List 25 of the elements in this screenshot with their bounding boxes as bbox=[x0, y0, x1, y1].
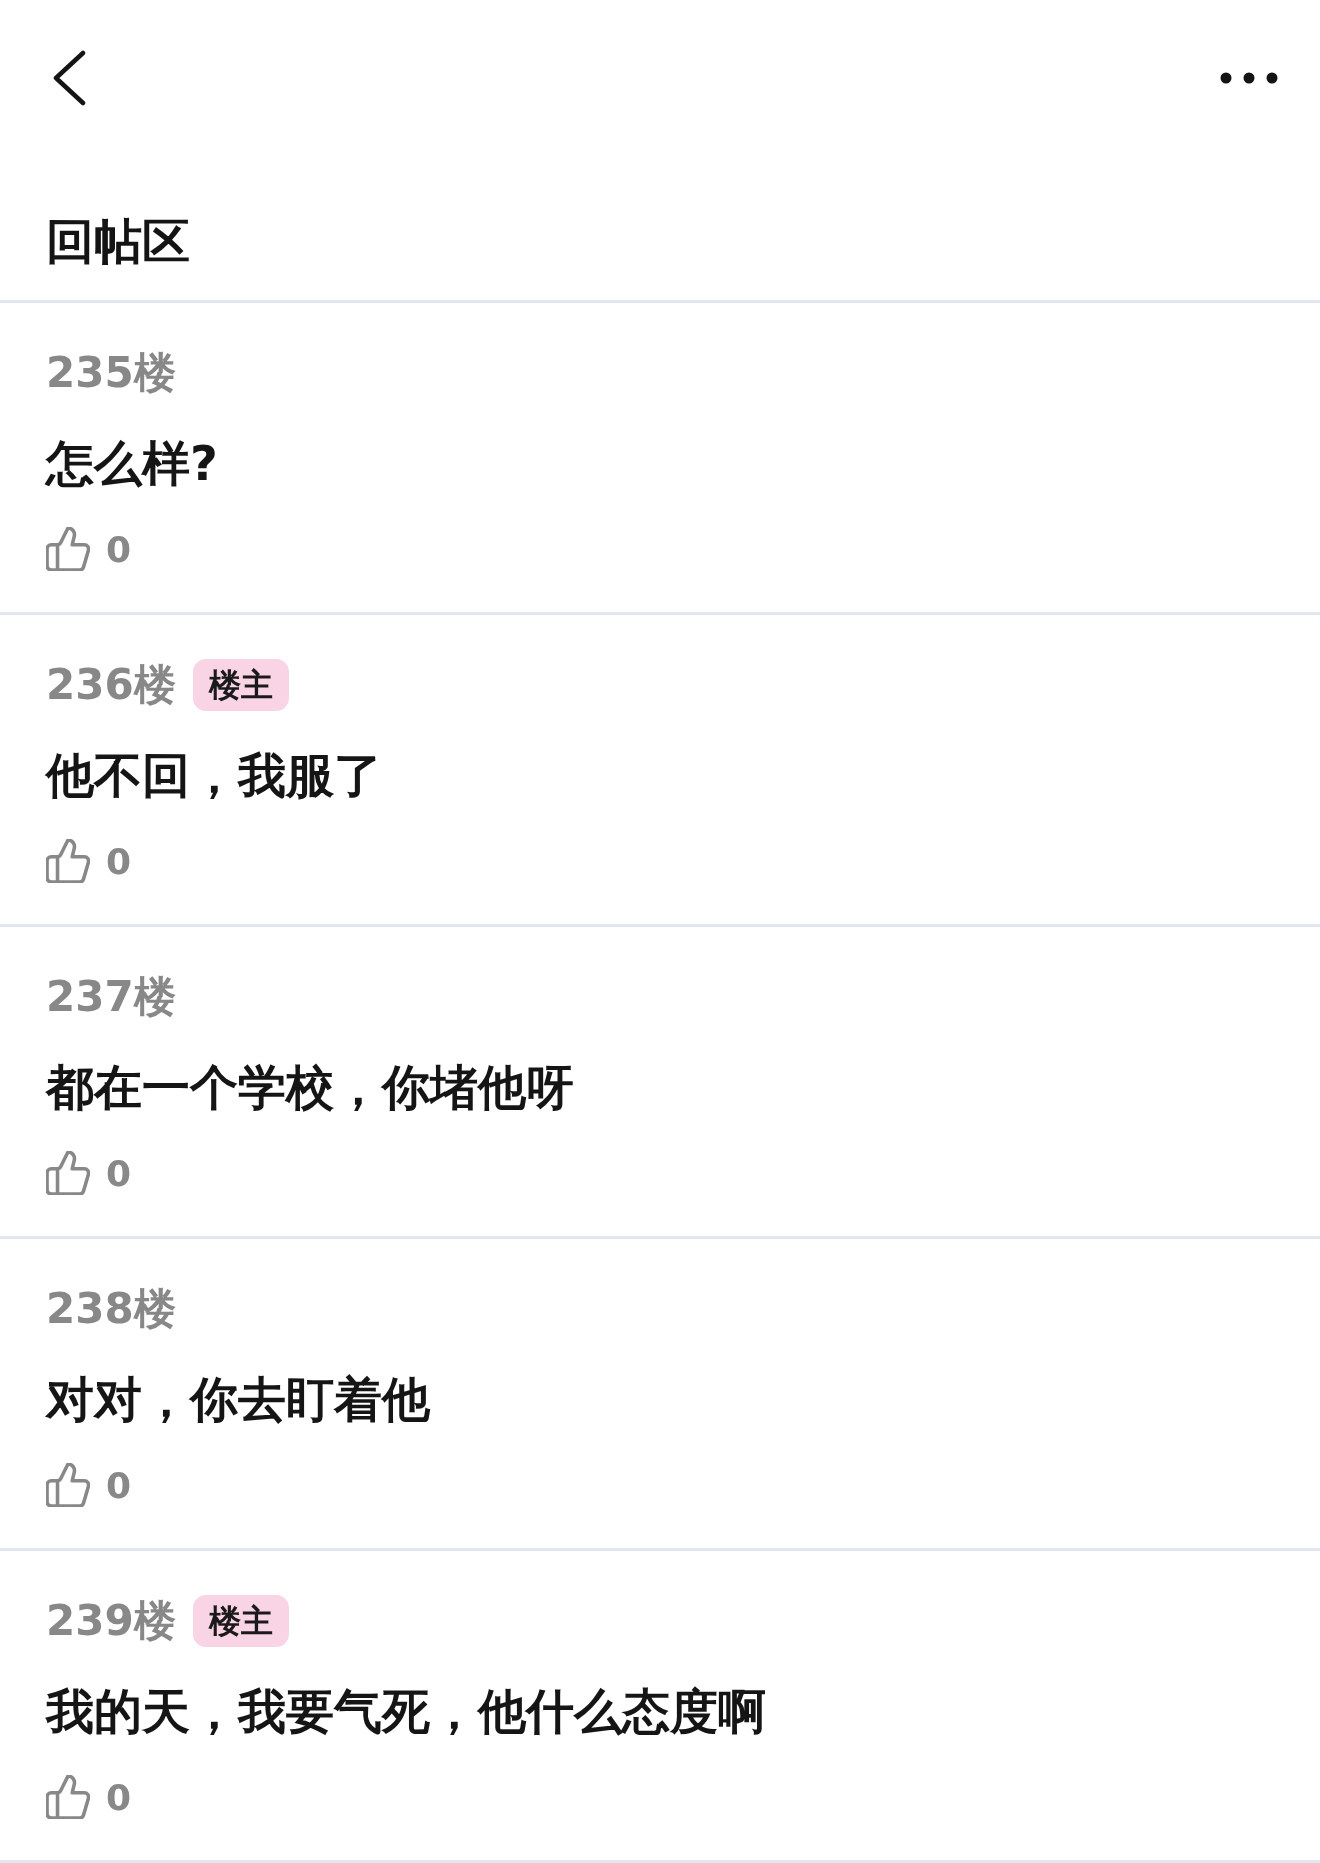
thumbs-up-icon bbox=[46, 527, 90, 571]
like-button[interactable]: 0 bbox=[46, 526, 132, 572]
like-button[interactable]: 0 bbox=[46, 1150, 132, 1196]
reply-text: 对对，你去盯着他 bbox=[46, 1370, 430, 1429]
thumbs-up-icon bbox=[46, 1775, 90, 1819]
thumbs-up-icon bbox=[46, 1151, 90, 1195]
more-icon[interactable] bbox=[1220, 71, 1278, 84]
floor-number: 238楼 bbox=[46, 1283, 176, 1335]
thumbs-up-icon bbox=[46, 1463, 90, 1507]
reply-text: 我的天，我要气死，他什么态度啊 bbox=[46, 1682, 766, 1741]
floor-number: 236楼 bbox=[46, 659, 176, 711]
section-title: 回帖区 bbox=[46, 212, 190, 271]
op-tag: 楼主 bbox=[192, 659, 289, 711]
floor-number: 235楼 bbox=[46, 347, 176, 399]
op-tag: 楼主 bbox=[192, 1595, 289, 1647]
like-button[interactable]: 0 bbox=[46, 1462, 132, 1508]
thumbs-up-icon bbox=[46, 839, 90, 883]
like-button[interactable]: 0 bbox=[46, 838, 132, 884]
like-button[interactable]: 0 bbox=[46, 1774, 132, 1820]
reply-text: 他不回，我服了 bbox=[46, 746, 382, 805]
floor-number: 239楼 bbox=[46, 1595, 176, 1647]
back-icon[interactable] bbox=[52, 49, 86, 106]
reply-text: 都在一个学校，你堵他呀 bbox=[46, 1058, 574, 1117]
floor-number: 237楼 bbox=[46, 971, 176, 1023]
reply-text: 怎么样? bbox=[46, 434, 218, 493]
